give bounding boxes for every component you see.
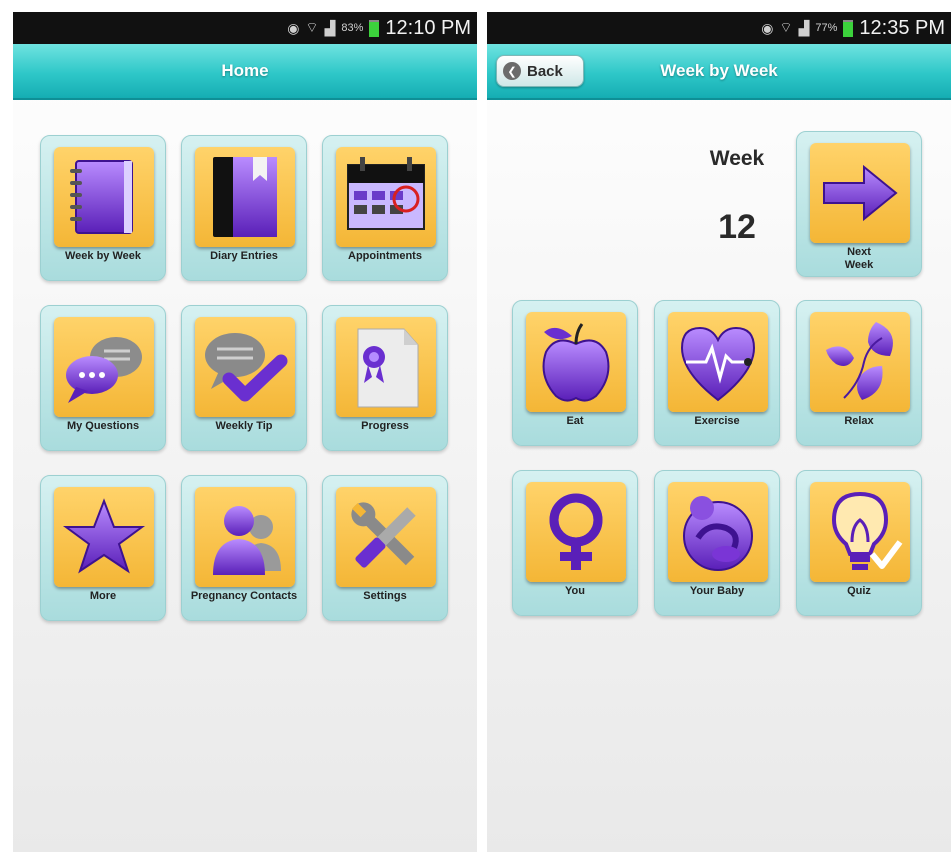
page-title: Week by Week xyxy=(660,61,778,80)
tile-label: Diary Entries xyxy=(210,250,278,262)
tile-my-questions[interactable]: My Questions xyxy=(40,305,166,451)
tile-pregnancy-contacts[interactable]: Pregnancy Contacts xyxy=(181,475,307,621)
tile-label: Week by Week xyxy=(64,250,142,262)
tile-appointments[interactable]: Appointments xyxy=(322,135,448,281)
tile-label: Settings xyxy=(363,590,407,602)
chat-bubbles-icon xyxy=(54,317,154,417)
tile-weekly-tip[interactable]: Weekly Tip xyxy=(181,305,307,451)
wifi-icon: ⌔ xyxy=(305,19,319,35)
signal-icon: ▟ xyxy=(798,19,810,36)
week-number: 12 xyxy=(718,208,756,246)
arrow-right-icon xyxy=(810,143,910,243)
notebook-icon xyxy=(54,147,154,247)
tile-label: Pregnancy Contacts xyxy=(190,590,298,602)
tile-eat[interactable]: Eat xyxy=(512,300,638,446)
tile-quiz[interactable]: Quiz xyxy=(796,470,922,616)
week-label: Week xyxy=(709,147,765,170)
title-bar: Home xyxy=(13,44,477,100)
back-button[interactable]: ❮ Back xyxy=(496,55,584,87)
battery-icon xyxy=(369,19,380,37)
tile-relax[interactable]: Relax xyxy=(796,300,922,446)
home-screen: ◉ ⌔ ▟ 83% 12:10 PM Home Week by Week Dia… xyxy=(13,12,477,852)
battery-percent: 83% xyxy=(341,22,364,34)
tile-your-baby[interactable]: Your Baby xyxy=(654,470,780,616)
calendar-icon xyxy=(336,147,436,247)
tile-label: Eat xyxy=(566,415,584,427)
tile-you[interactable]: You xyxy=(512,470,638,616)
tile-label: More xyxy=(89,590,117,602)
title-bar: ❮ Back Week by Week xyxy=(487,44,951,100)
wifi-icon: ⌔ xyxy=(779,19,793,35)
heart-pulse-icon xyxy=(668,312,768,412)
tile-diary-entries[interactable]: Diary Entries xyxy=(181,135,307,281)
week-by-week-screen: ◉ ⌔ ▟ 77% 12:35 PM ❮ Back Week by Week W… xyxy=(487,12,951,852)
status-time: 12:35 PM xyxy=(859,16,945,39)
baby-icon xyxy=(668,482,768,582)
tile-label: My Questions xyxy=(66,420,140,432)
tile-label: Weekly Tip xyxy=(215,420,273,432)
status-bar: ◉ ⌔ ▟ 83% 12:10 PM xyxy=(13,12,477,44)
status-time: 12:10 PM xyxy=(385,16,471,39)
tile-label: You xyxy=(565,585,585,597)
tile-label: Relax xyxy=(844,415,874,427)
eye-icon: ◉ xyxy=(761,19,774,36)
battery-percent: 77% xyxy=(815,22,838,34)
tools-icon xyxy=(336,487,436,587)
next-week-button[interactable]: Next Week xyxy=(796,131,922,277)
lightbulb-icon xyxy=(810,482,910,582)
tile-progress[interactable]: Progress xyxy=(322,305,448,451)
tile-week-by-week[interactable]: Week by Week xyxy=(40,135,166,281)
tile-exercise[interactable]: Exercise xyxy=(654,300,780,446)
tile-more[interactable]: More xyxy=(40,475,166,621)
leaves-icon xyxy=(810,312,910,412)
chat-check-icon xyxy=(195,317,295,417)
tile-label: Appointments xyxy=(348,250,422,262)
battery-icon xyxy=(843,19,854,37)
tile-label: Exercise xyxy=(694,415,740,427)
eye-icon: ◉ xyxy=(287,19,300,36)
apple-icon xyxy=(526,312,626,412)
tile-label: Your Baby xyxy=(689,585,745,597)
female-symbol-icon xyxy=(526,482,626,582)
tile-label: Next Week xyxy=(844,246,874,271)
status-bar: ◉ ⌔ ▟ 77% 12:35 PM xyxy=(487,12,951,44)
certificate-icon xyxy=(336,317,436,417)
diary-icon xyxy=(195,147,295,247)
tile-settings[interactable]: Settings xyxy=(322,475,448,621)
back-arrow-icon: ❮ xyxy=(503,62,521,80)
signal-icon: ▟ xyxy=(324,19,336,36)
tile-label: Quiz xyxy=(847,585,871,597)
back-label: Back xyxy=(527,62,563,80)
page-title: Home xyxy=(221,61,269,80)
contacts-icon xyxy=(195,487,295,587)
star-icon xyxy=(54,487,154,587)
tile-label: Progress xyxy=(361,420,409,432)
